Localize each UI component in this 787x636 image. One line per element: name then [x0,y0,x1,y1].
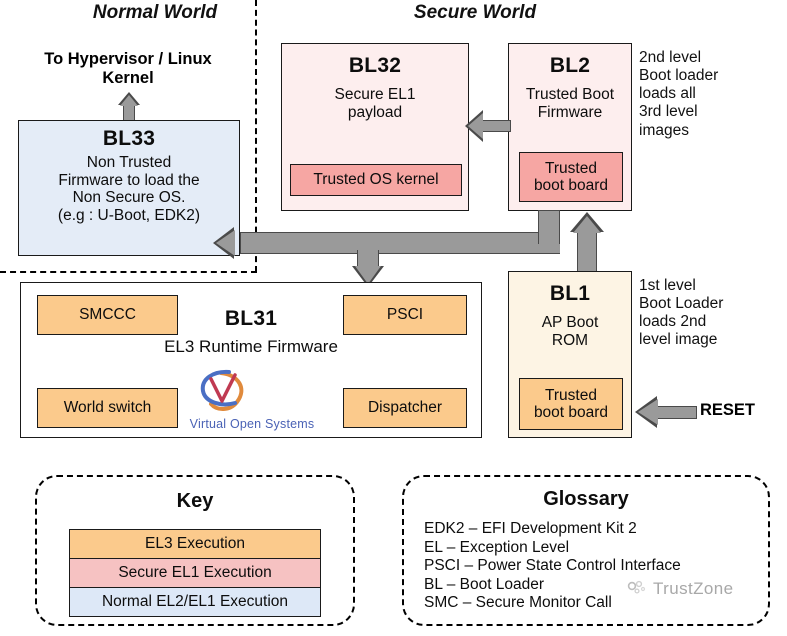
bl2-note-0: 2nd level [639,49,702,66]
bl32-box[interactable]: BL32 Secure EL1 payload Trusted OS kerne… [281,43,469,211]
bl2-note-1: Boot loader [639,67,719,85]
bl2-note-2: loads all [639,85,696,103]
bl1-title: BL1 [549,282,591,305]
bl2-inner-line2: boot board [533,177,609,194]
world-divider-horizontal [0,271,257,273]
bl31-block-world-switch[interactable]: World switch [37,388,178,428]
bl31-block-dispatcher[interactable]: Dispatcher [343,388,467,428]
bl2-note-3: 3rd level [639,103,698,121]
bl31-subtitle: EL3 Runtime Firmware [164,337,338,356]
glossary-entry-psci: PSCI – Power State Control Interface [424,557,681,575]
trustzone-logo-icon [627,580,646,594]
bl33-line-2: Non Secure OS. [72,189,186,206]
vos-logo-text: Virtual Open Systems [189,417,315,431]
arrow-bus-head-left [213,227,245,259]
bl1-line-0: AP Boot [541,314,599,331]
bl1-trusted-boot-board-block[interactable]: Trusted boot board [519,378,623,430]
key-row-el3: EL3 Execution [69,529,321,559]
bl2-note: 2nd level Boot loader loads all 3rd leve… [639,49,785,140]
bl1-note-3: level image [639,331,718,349]
key-title: Key [176,490,214,512]
arrow-bus-horizontal [240,232,560,254]
bl32-line-0: Secure EL1 [334,86,416,103]
arrow-bl33-to-hypervisor [118,92,140,123]
reset-label: RESET [700,401,756,419]
bl31-block-smccc[interactable]: SMCCC [37,295,178,335]
glossary-entry-edk2: EDK2 – EFI Development Kit 2 [424,520,637,537]
normal-world-title: Normal World [92,2,218,23]
bl32-title: BL32 [348,54,402,77]
bl33-line-3: (e.g : U-Boot, EDK2) [57,206,201,224]
bl1-line-1: ROM [551,331,589,349]
bl1-note-0: 1st level [639,277,696,294]
trustzone-watermark-label: TrustZone [653,579,734,598]
trustzone-watermark: TrustZone [626,579,733,599]
glossary-entry-el: EL – Exception Level [424,538,570,556]
bl1-box[interactable]: BL1 AP Boot ROM Trusted boot board [508,271,632,438]
bl1-note-1: Boot Loader [639,295,724,313]
bl33-line-0: Non Trusted [86,154,172,171]
bl2-note-4: images [639,121,689,139]
secure-world-title: Secure World [413,2,537,23]
to-hypervisor-line2: Kernel [102,69,154,88]
bl2-title: BL2 [549,54,591,77]
to-hypervisor-label: To Hypervisor / Linux Kernel [18,50,238,88]
bl2-trusted-boot-board-block[interactable]: Trusted boot board [519,152,623,202]
bl33-line-1: Firmware to load the [58,171,200,189]
key-panel: Key EL3 Execution Secure EL1 Execution N… [35,475,355,626]
bl1-note: 1st level Boot Loader loads 2nd level im… [639,277,787,350]
glossary-panel: Glossary EDK2 – EFI Development Kit 2 EL… [402,475,770,626]
bl31-block-psci[interactable]: PSCI [343,295,467,335]
arrow-bus-riser-bl2 [538,210,560,244]
bl33-title: BL33 [102,127,156,150]
bl31-box[interactable]: BL31 EL3 Runtime Firmware SMCCC PSCI Wor… [20,282,482,438]
glossary-title: Glossary [543,488,629,510]
bl32-line-1: payload [347,103,403,121]
bl2-inner-line1: Trusted [545,159,597,177]
vos-mark-icon [200,369,244,411]
bl33-box[interactable]: BL33 Non Trusted Firmware to load the No… [18,120,240,256]
to-hypervisor-line1: To Hypervisor / Linux [44,50,212,68]
bl2-box[interactable]: BL2 Trusted Boot Firmware Trusted boot b… [508,43,632,211]
bl2-line-0: Trusted Boot [525,86,615,103]
bl32-trusted-os-kernel-block[interactable]: Trusted OS kernel [290,164,462,196]
arrow-reset-to-bl1 [635,396,697,428]
bl1-inner-line1: Trusted [545,386,597,404]
bl2-line-1: Firmware [537,103,603,121]
arrow-bl2-to-bl32 [465,110,511,142]
bl1-inner-line2: boot board [533,404,609,421]
key-row-normal-el2-el1: Normal EL2/EL1 Execution [69,588,321,617]
key-row-secure-el1: Secure EL1 Execution [69,559,321,588]
bl1-note-2: loads 2nd [639,313,707,331]
virtual-open-systems-logo: Virtual Open Systems [177,369,327,431]
